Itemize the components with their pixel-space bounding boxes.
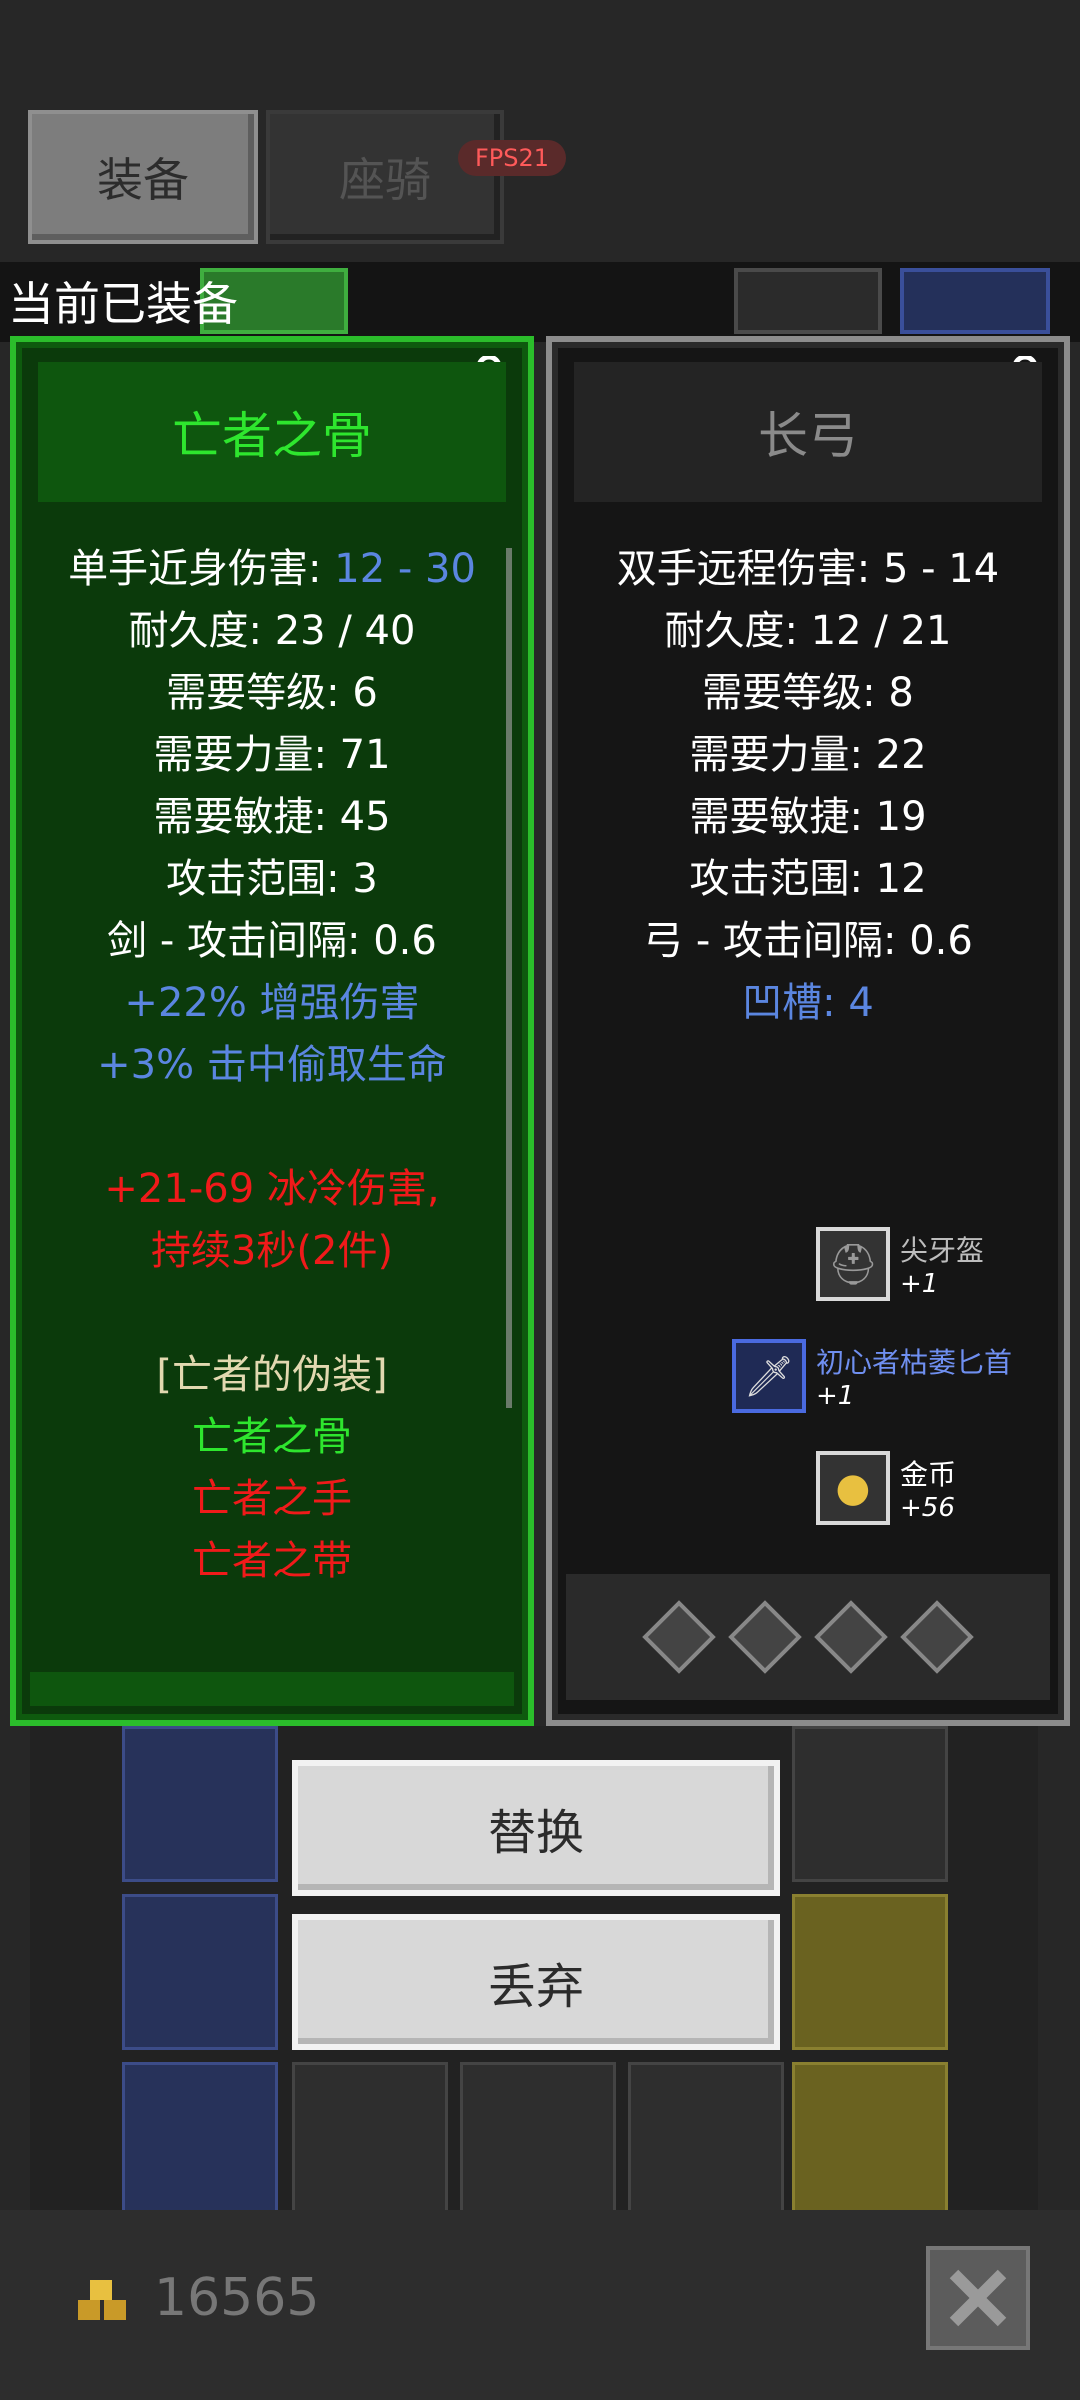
inventory-slot-club[interactable]	[122, 1726, 278, 1882]
gold-amount: 16565	[154, 2268, 320, 2328]
loot-count: +56	[900, 1493, 955, 1523]
close-icon	[949, 2269, 1007, 2327]
loot-count: +1	[816, 1381, 855, 1411]
stat-line: 需要力量: 22	[689, 732, 927, 778]
gold-coins-icon	[78, 2280, 126, 2320]
socket-icon	[728, 1600, 802, 1674]
tab-equipment[interactable]: 装备	[28, 110, 258, 244]
equipped-label: 当前已装备	[8, 277, 238, 331]
equipped-slot[interactable]	[734, 268, 882, 334]
new-item-panel[interactable]: 长弓 双手远程伤害: 5 - 14 耐久度: 12 / 21 需要等级: 8 需…	[546, 336, 1070, 1726]
dagger-icon: 🗡	[732, 1339, 806, 1413]
inventory-slot-bow[interactable]	[122, 1894, 278, 2050]
stat-line: 弓 - 攻击间隔: 0.6	[643, 918, 973, 964]
stat-line: 攻击范围: 12	[689, 856, 927, 902]
stat-line: 需要力量: 71	[153, 732, 391, 778]
set-bonus-line: 持续3秒(2件)	[150, 1228, 394, 1274]
equipped-item-panel[interactable]: 亡者之骨 单手近身伤害: 12 - 30 耐久度: 23 / 40 需要等级: …	[10, 336, 534, 1726]
bonus-line: +3% 击中偷取生命	[97, 1042, 447, 1088]
stat-line: 需要等级: 6	[166, 670, 378, 716]
set-item: 亡者之手	[192, 1476, 352, 1522]
inventory-slot-dagger[interactable]	[628, 2062, 784, 2218]
loot-count: +1	[900, 1269, 939, 1299]
set-bonus-line: +21-69 冰冷伤害,	[104, 1166, 440, 1212]
inventory-slot-spoon[interactable]	[792, 2062, 948, 2218]
bonus-line: +22% 增强伤害	[124, 980, 420, 1026]
socket-icon	[642, 1600, 716, 1674]
loot-notification: ⛑ 尖牙盔 +1	[816, 1222, 984, 1306]
gold-coins-icon: ●	[816, 1451, 890, 1525]
socket-icon	[814, 1600, 888, 1674]
stat-line: 剑 - 攻击间隔: 0.6	[107, 918, 437, 964]
item-name: 长弓	[574, 362, 1042, 502]
equipped-slot[interactable]	[900, 268, 1050, 334]
set-item: 亡者之骨	[192, 1414, 352, 1460]
inventory-slot-axe[interactable]	[122, 2062, 278, 2218]
replace-button[interactable]: 替换	[292, 1760, 780, 1896]
socket-icon	[900, 1600, 974, 1674]
fps-counter: FPS21	[458, 140, 566, 176]
stat-line: 耐久度: 12 / 21	[664, 608, 952, 654]
set-item: 亡者之带	[192, 1538, 352, 1584]
loot-notification: 🗡 初心者枯萎匕首 +1	[732, 1334, 1012, 1418]
stat-line: 双手远程伤害: 5 - 14	[616, 546, 1000, 592]
loot-notification: ● 金币 +56	[816, 1446, 956, 1530]
inventory-slot-club[interactable]	[792, 1726, 948, 1882]
stat-line: 耐久度: 23 / 40	[128, 608, 416, 654]
inventory-slot-helmet[interactable]	[460, 2062, 616, 2218]
loot-name: 金币	[900, 1458, 957, 1491]
loot-name: 初心者枯萎匕首	[816, 1346, 1013, 1379]
stat-line: 需要敏捷: 45	[153, 794, 391, 840]
helmet-icon: ⛑	[816, 1227, 890, 1301]
socket-bar	[566, 1574, 1050, 1700]
stat-line: 需要等级: 8	[702, 670, 914, 716]
stat-line: 攻击范围: 3	[166, 856, 378, 902]
scrollbar[interactable]	[506, 548, 512, 1408]
tab-mount[interactable]: 座骑	[266, 110, 504, 244]
set-name: [亡者的伪装]	[156, 1352, 388, 1398]
stat-line: 需要敏捷: 19	[689, 794, 927, 840]
close-button[interactable]	[926, 2246, 1030, 2350]
loot-name: 尖牙盔	[900, 1234, 985, 1267]
discard-button[interactable]: 丢弃	[292, 1914, 780, 2050]
sockets-line: 凹槽: 4	[742, 980, 874, 1026]
panel-footer	[30, 1672, 514, 1706]
item-name: 亡者之骨	[38, 362, 506, 502]
stat-line: 单手近身伤害: 12 - 30	[68, 546, 476, 592]
inventory-slot-sword[interactable]	[292, 2062, 448, 2218]
inventory-slot-belt[interactable]	[792, 1894, 948, 2050]
